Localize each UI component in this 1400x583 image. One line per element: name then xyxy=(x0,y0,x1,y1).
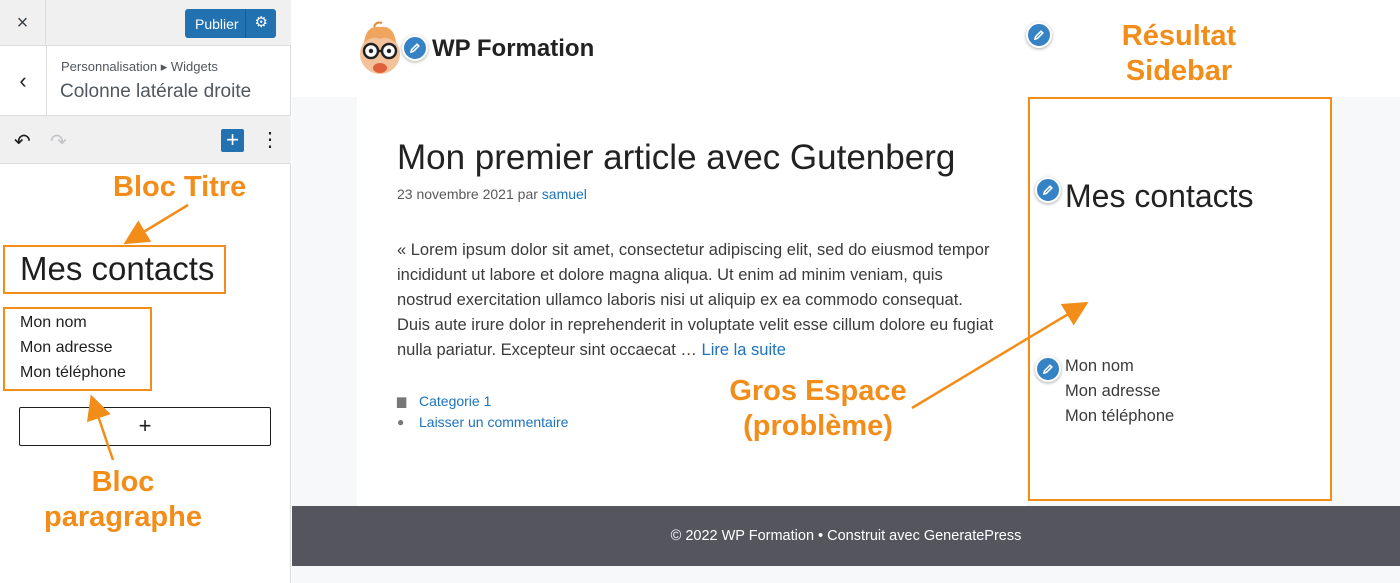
excerpt-text: « Lorem ipsum dolor sit amet, consectetu… xyxy=(397,241,994,359)
heading-block[interactable]: Mes contacts xyxy=(3,245,226,294)
breadcrumb: Personnalisation ▸ Widgets xyxy=(61,59,218,74)
widget-heading: Mes contacts xyxy=(1065,178,1254,214)
gear-icon[interactable]: ⚙ xyxy=(255,14,268,32)
close-icon[interactable]: × xyxy=(0,0,46,46)
section-title: Colonne latérale droite xyxy=(60,81,252,102)
comment-icon: ● xyxy=(397,415,405,429)
widget-line: Mon adresse xyxy=(1065,382,1161,400)
sidebar-widget-area xyxy=(1028,97,1332,501)
comment-row: ● Laisser un commentaire xyxy=(397,412,568,433)
post-excerpt: « Lorem ipsum dolor sit amet, consectetu… xyxy=(397,238,997,363)
customizer-topbar: × Publier ⚙ xyxy=(0,0,291,46)
annotation-resultat-sidebar: Résultat Sidebar xyxy=(1100,19,1258,89)
paragraph-line: Mon nom xyxy=(20,314,87,331)
annotation-bloc-paragraphe: Bloc paragraphe xyxy=(28,465,218,535)
publish-button[interactable]: Publier ⚙ xyxy=(185,9,276,38)
paragraph-block[interactable]: Mon nom Mon adresse Mon téléphone xyxy=(3,307,152,391)
annotation-line: Résultat xyxy=(1121,20,1237,52)
widget-line: Mon nom xyxy=(1065,357,1134,375)
comment-link[interactable]: Laisser un commentaire xyxy=(419,412,568,433)
post-date: 23 novembre 2021 xyxy=(397,186,514,202)
paragraph-line: Mon téléphone xyxy=(20,364,126,381)
site-footer: © 2022 WP Formation • Construit avec Gen… xyxy=(292,506,1400,566)
annotation-gros-espace: Gros Espace (problème) xyxy=(718,374,918,444)
block-inserter-button[interactable]: + xyxy=(19,407,271,446)
widget-paragraph: Mon nom Mon adresse Mon téléphone xyxy=(1065,354,1174,429)
annotation-bloc-titre: Bloc Titre xyxy=(113,171,247,203)
edit-header-pencil-icon[interactable] xyxy=(1026,22,1052,48)
site-title[interactable]: WP Formation xyxy=(432,35,594,63)
category-row: ▆ Categorie 1 xyxy=(397,391,568,412)
post-by: par xyxy=(517,186,538,202)
widget-line: Mon téléphone xyxy=(1065,407,1175,425)
logo-icon[interactable] xyxy=(356,21,404,76)
edit-widget-paragraph-pencil-icon[interactable] xyxy=(1035,356,1061,382)
annotation-line: (problème) xyxy=(743,410,893,442)
page-bottom xyxy=(292,566,1400,583)
paragraph-line: Mon adresse xyxy=(20,339,113,356)
undo-icon[interactable]: ↶ xyxy=(14,129,31,154)
post-footer-meta: ▆ Categorie 1 ● Laisser un commentaire xyxy=(397,391,568,433)
annotation-line: Sidebar xyxy=(1125,55,1233,87)
block-editor-toolbar: ↶ ↷ + ⋮ xyxy=(0,116,291,164)
post-title[interactable]: Mon premier article avec Gutenberg xyxy=(397,138,955,178)
author-link[interactable]: samuel xyxy=(542,186,587,202)
back-icon[interactable]: ‹ xyxy=(0,46,47,115)
more-options-icon[interactable]: ⋮ xyxy=(260,127,280,152)
annotation-line: Gros Espace xyxy=(729,375,907,407)
publish-divider xyxy=(245,9,246,38)
customizer-section-header: ‹ Personnalisation ▸ Widgets Colonne lat… xyxy=(0,46,291,116)
add-block-button[interactable]: + xyxy=(221,129,244,152)
edit-widget-heading-pencil-icon[interactable] xyxy=(1035,177,1061,203)
read-more-link[interactable]: Lire la suite xyxy=(702,341,786,359)
post-meta: 23 novembre 2021 par samuel xyxy=(397,186,587,202)
folder-icon: ▆ xyxy=(397,394,407,408)
annotation-line: Bloc xyxy=(91,466,155,498)
category-link[interactable]: Categorie 1 xyxy=(419,391,491,412)
annotation-line: paragraphe xyxy=(44,501,202,533)
edit-site-title-pencil-icon[interactable] xyxy=(402,35,428,61)
redo-icon[interactable]: ↷ xyxy=(50,129,67,154)
publish-label: Publier xyxy=(195,15,239,32)
